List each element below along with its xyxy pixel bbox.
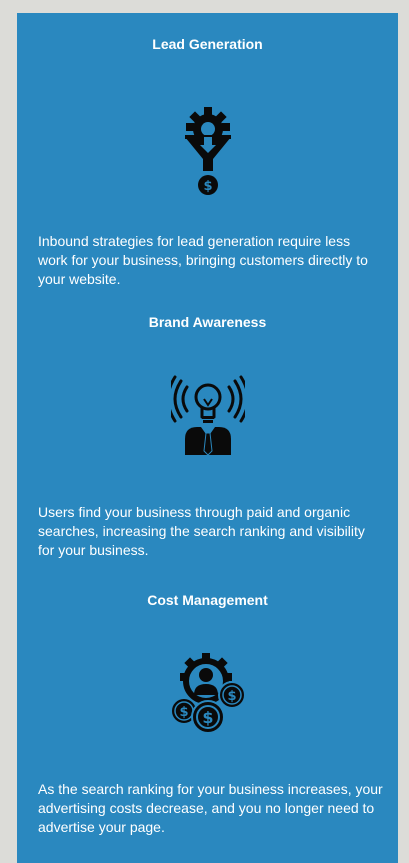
gear-funnel-dollar-icon: $ [184, 107, 231, 195]
lightbulb-person-broadcast-icon [170, 375, 245, 455]
svg-text:$: $ [179, 705, 188, 720]
feature-brand-awareness: Brand Awareness Users find your business… [17, 313, 398, 558]
section-description: Inbound strategies for lead generation r… [38, 233, 368, 287]
feature-lead-generation: Lead Generation $ Inbound strategies for… [17, 35, 398, 287]
section-description: Users find your business through paid an… [38, 504, 365, 558]
svg-text:$: $ [227, 689, 236, 704]
svg-text:$: $ [203, 179, 212, 194]
section-title: Lead Generation [152, 36, 263, 52]
section-title: Cost Management [147, 592, 268, 608]
section-title: Brand Awareness [148, 314, 267, 330]
gear-coins-person-icon: $ $ $ [169, 653, 246, 734]
feature-cost-management: Cost Management $ $ $ As the search rank… [17, 591, 398, 835]
features-panel: Lead Generation $ Inbound strategies for… [17, 13, 398, 863]
svg-text:$: $ [202, 708, 213, 727]
section-description: As the search ranking for your business … [38, 781, 383, 835]
